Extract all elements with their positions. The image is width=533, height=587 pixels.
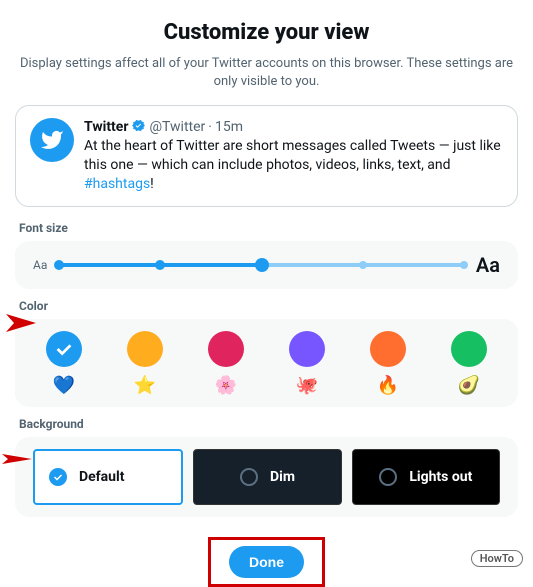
background-dim-label: Dim bbox=[270, 469, 295, 485]
font-size-step-3[interactable] bbox=[255, 258, 269, 272]
font-size-label: Font size bbox=[19, 221, 518, 235]
radio-unchecked-icon bbox=[240, 468, 258, 486]
sample-tweet-card: Twitter @Twitter · 15m At the heart of T… bbox=[15, 105, 518, 207]
color-option-pink[interactable] bbox=[208, 331, 244, 367]
tweet-text: At the heart of Twitter are short messag… bbox=[84, 137, 503, 194]
font-size-step-2[interactable] bbox=[155, 260, 165, 270]
color-emoji-yellow: ⭐ bbox=[134, 377, 156, 395]
tweet-separator: · bbox=[208, 119, 212, 135]
color-option-orange[interactable] bbox=[370, 331, 406, 367]
font-size-step-5[interactable] bbox=[460, 261, 468, 269]
font-size-slider[interactable] bbox=[59, 263, 464, 267]
background-panel: Default Dim Lights out bbox=[15, 437, 518, 517]
background-option-lights-out[interactable]: Lights out bbox=[352, 449, 500, 505]
verified-badge-icon bbox=[131, 118, 146, 135]
radio-unchecked-icon bbox=[379, 468, 397, 486]
tweet-text-before: At the heart of Twitter are short messag… bbox=[84, 138, 501, 173]
font-size-max-marker: Aa bbox=[476, 253, 500, 277]
color-emoji-orange: 🔥 bbox=[377, 377, 399, 395]
done-button[interactable]: Done bbox=[229, 546, 304, 578]
color-option-green[interactable] bbox=[451, 331, 487, 367]
background-option-default[interactable]: Default bbox=[33, 449, 183, 505]
tweet-author-handle: @Twitter bbox=[149, 119, 205, 135]
background-label: Background bbox=[19, 417, 518, 431]
tweet-author-name: Twitter bbox=[84, 119, 128, 135]
color-emoji-green: 🥑 bbox=[458, 377, 480, 395]
background-lights-out-label: Lights out bbox=[409, 469, 472, 485]
checkmark-icon bbox=[53, 338, 75, 360]
radio-checked-icon bbox=[49, 468, 67, 486]
font-size-min-marker: Aa bbox=[33, 258, 47, 272]
color-emoji-pink: 🌸 bbox=[215, 377, 237, 395]
background-default-label: Default bbox=[79, 469, 124, 485]
twitter-bird-icon bbox=[40, 128, 64, 152]
color-option-yellow[interactable] bbox=[127, 331, 163, 367]
dialog-title: Customize your view bbox=[15, 20, 518, 45]
font-size-step-4[interactable] bbox=[359, 261, 367, 269]
annotation-highlight-box: Done bbox=[208, 537, 325, 587]
tweet-hashtag[interactable]: #hashtags bbox=[84, 176, 150, 192]
color-emoji-purple: 🐙 bbox=[296, 377, 318, 395]
font-size-step-1[interactable] bbox=[54, 260, 64, 270]
tweet-timestamp: 15m bbox=[215, 119, 243, 135]
color-option-blue[interactable] bbox=[46, 331, 82, 367]
color-emoji-blue: 💙 bbox=[53, 377, 75, 395]
color-panel: 💙 ⭐ 🌸 🐙 🔥 🥑 bbox=[15, 319, 518, 407]
dialog-subtitle: Display settings affect all of your Twit… bbox=[15, 55, 518, 91]
color-label: Color bbox=[19, 299, 518, 313]
color-option-purple[interactable] bbox=[289, 331, 325, 367]
howto-watermark: HowTo bbox=[471, 550, 523, 567]
twitter-avatar bbox=[30, 118, 74, 162]
background-option-dim[interactable]: Dim bbox=[193, 449, 341, 505]
font-size-panel: Aa Aa bbox=[15, 241, 518, 289]
tweet-text-after: ! bbox=[150, 176, 154, 192]
